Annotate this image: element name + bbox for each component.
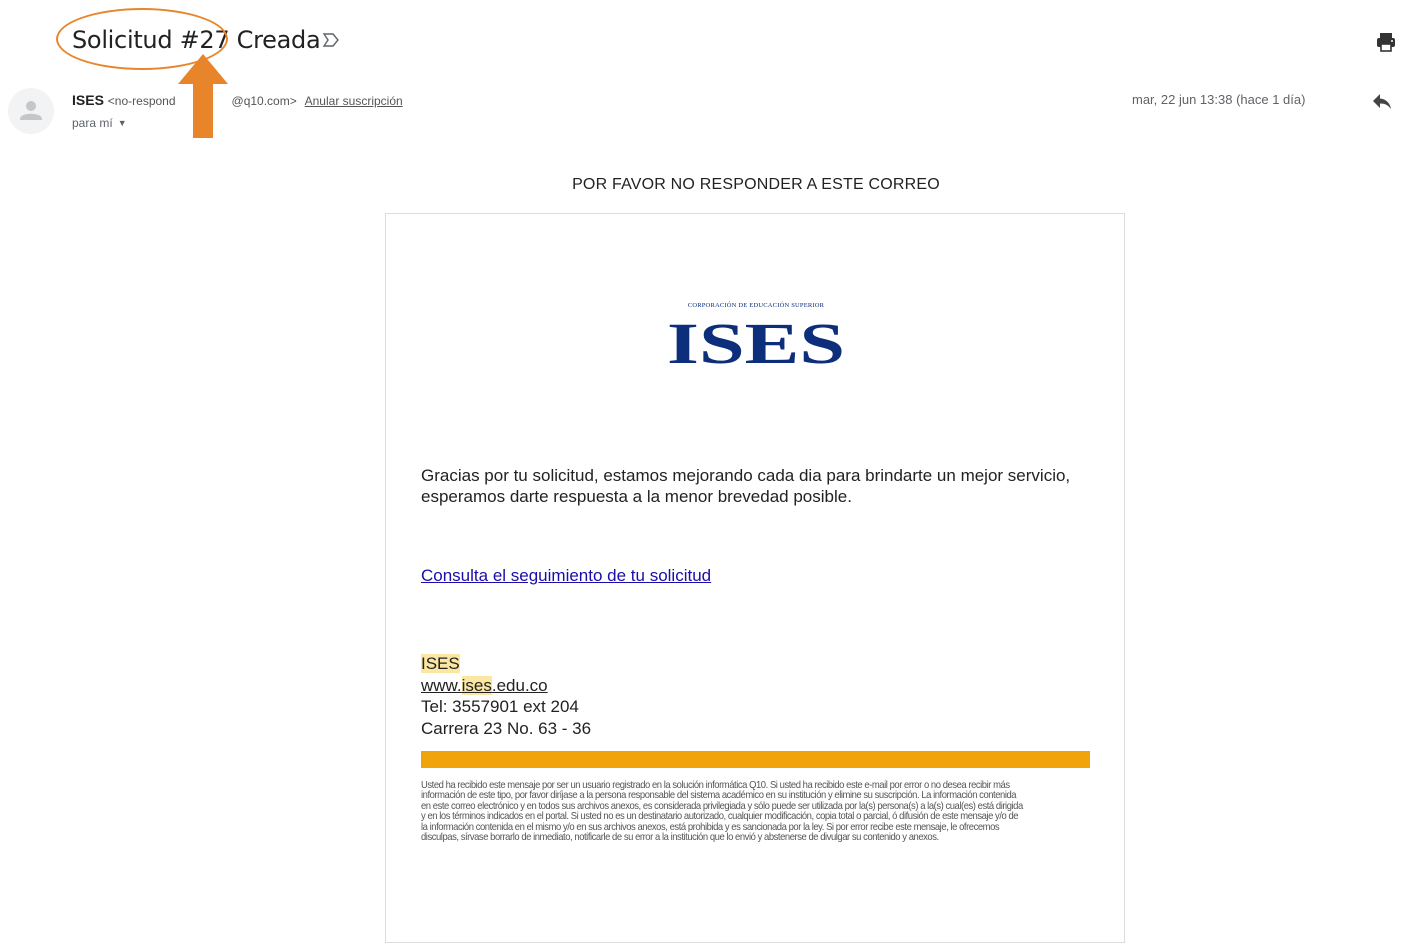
sender-name[interactable]: ISES: [72, 92, 104, 108]
signature-name: ISES: [421, 654, 460, 674]
chevron-down-icon: ▼: [117, 118, 127, 128]
logo-tagline: CORPORACIÓN DE EDUCACIÓN SUPERIOR: [687, 302, 825, 309]
legal-disclaimer: Usted ha recibido este mensaje por ser u…: [421, 779, 1023, 844]
no-reply-notice: POR FAVOR NO RESPONDER A ESTE CORREO: [572, 176, 940, 193]
website-suffix: .edu.co: [491, 676, 548, 695]
signature-website-link[interactable]: www.ises.edu.co: [421, 676, 548, 696]
ises-logo: CORPORACIÓN DE EDUCACIÓN SUPERIOR ISES: [666, 302, 846, 365]
website-prefix: www.: [421, 676, 462, 695]
signature-address: Carrera 23 No. 63 - 36: [421, 719, 592, 738]
signature-phone: Tel: 3557901 ext 204: [421, 697, 579, 716]
logo-wordmark-text: ISES: [667, 317, 845, 365]
sender-info: ISES <no-respond @q10.com> Anular suscrip…: [72, 92, 403, 108]
tracking-link[interactable]: Consulta el seguimiento de tu solicitud: [421, 566, 711, 586]
unsubscribe-link[interactable]: Anular suscripción: [305, 94, 403, 108]
recipient-label: para mí: [72, 116, 113, 130]
thanks-message: Gracias por tu solicitud, estamos mejora…: [421, 466, 1071, 506]
recipient-toggle[interactable]: para mí ▼: [72, 116, 127, 130]
sender-email-suffix: @q10.com>: [231, 94, 297, 108]
website-highlight: ises: [461, 676, 492, 695]
sender-email: <no-respond @q10.com>: [108, 94, 297, 108]
sender-email-prefix: <no-respond: [107, 94, 176, 108]
email-date: mar, 22 jun 13:38 (hace 1 día): [1132, 92, 1306, 107]
footer-bar: [421, 751, 1090, 768]
person-avatar-icon[interactable]: [8, 88, 54, 134]
reply-icon[interactable]: [1370, 90, 1394, 112]
logo-wordmark: ISES: [667, 317, 845, 365]
signature-name-text: ISES: [421, 654, 460, 673]
label-arrow-icon[interactable]: [322, 31, 340, 52]
printer-icon[interactable]: [1374, 30, 1398, 54]
